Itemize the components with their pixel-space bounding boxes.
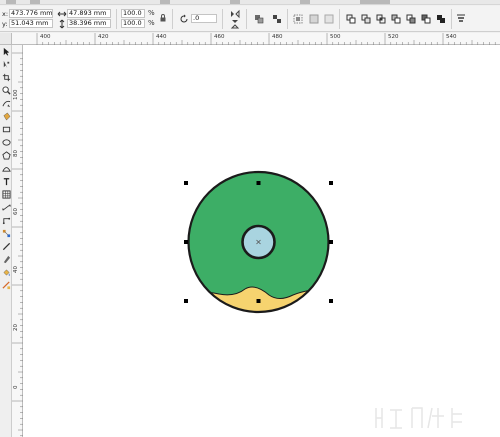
- text-tool-icon[interactable]: [1, 176, 11, 186]
- align-distribute-icon[interactable]: [456, 14, 466, 24]
- scale-x-field[interactable]: 100.0: [121, 9, 145, 18]
- intersect-icon[interactable]: [376, 14, 386, 24]
- trim-icon[interactable]: [361, 14, 371, 24]
- weld-icon[interactable]: [346, 14, 356, 24]
- ruler-label: 500: [330, 34, 341, 40]
- y-label: y:: [2, 20, 8, 28]
- ungroup-icon[interactable]: [293, 14, 303, 24]
- ruler-label: 40: [13, 266, 19, 273]
- toolbox: [0, 45, 12, 437]
- watermark-logo: [375, 407, 462, 429]
- interactive-fill-icon[interactable]: [1, 280, 11, 290]
- percent-label-x: %: [148, 9, 155, 17]
- horizontal-ruler[interactable]: 400 420 440 460 480 500 520 540: [12, 33, 500, 45]
- ruler-label: 480: [272, 34, 283, 40]
- handle-middle-right[interactable]: [329, 240, 333, 244]
- pick-tool-icon[interactable]: [1, 46, 11, 56]
- smart-fill-icon[interactable]: [1, 111, 11, 121]
- fill-tool-icon[interactable]: [1, 267, 11, 277]
- ruler-label: 440: [156, 34, 167, 40]
- y-position-field[interactable]: 51.043 mm: [9, 19, 53, 28]
- ruler-label: 400: [40, 34, 51, 40]
- crop-tool-icon[interactable]: [1, 72, 11, 82]
- basic-shapes-icon[interactable]: [1, 163, 11, 173]
- freehand-tool-icon[interactable]: [1, 98, 11, 108]
- back-minus-front-icon[interactable]: [421, 14, 431, 24]
- separator: [451, 9, 452, 29]
- width-icon: [57, 9, 67, 19]
- landscape-circle-group[interactable]: [183, 170, 333, 335]
- rotation-field[interactable]: .0: [191, 14, 217, 23]
- ruler-label: 420: [98, 34, 109, 40]
- connector-tool-icon[interactable]: [1, 215, 11, 225]
- ruler-label: 20: [13, 324, 19, 331]
- mirror-horizontal-icon[interactable]: [230, 9, 240, 19]
- vertical-ruler[interactable]: 100 80 60 40 20 0: [12, 45, 23, 437]
- front-minus-back-icon[interactable]: [406, 14, 416, 24]
- ruler-label: 60: [13, 208, 19, 215]
- ruler-origin[interactable]: [0, 33, 12, 45]
- handle-top-left[interactable]: [184, 181, 188, 185]
- lock-ratio-icon[interactable]: [158, 13, 168, 23]
- group-icon[interactable]: [272, 14, 282, 24]
- width-field[interactable]: 47.893 mm: [67, 9, 111, 18]
- handle-bottom-right[interactable]: [329, 299, 333, 303]
- ungroup-all-icon[interactable]: [309, 14, 319, 24]
- separator: [287, 9, 288, 29]
- zoom-tool-icon[interactable]: [1, 85, 11, 95]
- mirror-vertical-icon[interactable]: [230, 19, 240, 29]
- blend-tool-icon[interactable]: [1, 228, 11, 238]
- rectangle-tool-icon[interactable]: [1, 124, 11, 134]
- percent-label-y: %: [148, 19, 155, 27]
- table-tool-icon[interactable]: [1, 189, 11, 199]
- combine-icon[interactable]: [254, 14, 264, 24]
- ruler-label: 100: [13, 89, 19, 101]
- height-icon: [57, 19, 67, 29]
- dimension-tool-icon[interactable]: [1, 202, 11, 212]
- outline-pen-icon[interactable]: [1, 254, 11, 264]
- scale-y-field[interactable]: 100.0: [121, 19, 145, 28]
- handle-middle-left[interactable]: [184, 240, 188, 244]
- coreldraw-window: x: y: 473.776 mm 51.043 mm 47.893 mm 38.…: [0, 0, 500, 437]
- boundary-icon[interactable]: [436, 14, 446, 24]
- separator: [172, 9, 173, 29]
- property-bar: x: y: 473.776 mm 51.043 mm 47.893 mm 38.…: [0, 6, 500, 32]
- ellipse-tool-icon[interactable]: [1, 137, 11, 147]
- handle-top-right[interactable]: [329, 181, 333, 185]
- ruler-label: 0: [13, 385, 19, 390]
- break-apart-icon[interactable]: [324, 14, 334, 24]
- separator: [222, 9, 223, 29]
- separator: [339, 9, 340, 29]
- x-position-field[interactable]: 473.776 mm: [9, 9, 53, 18]
- handle-bottom-left[interactable]: [184, 299, 188, 303]
- separator: [116, 9, 117, 29]
- standard-toolbar-edge: [0, 0, 500, 5]
- simplify-icon[interactable]: [391, 14, 401, 24]
- x-label: x:: [2, 10, 9, 18]
- ruler-label: 520: [388, 34, 399, 40]
- eyedropper-icon[interactable]: [1, 241, 11, 251]
- handle-bottom-center[interactable]: [256, 299, 261, 303]
- ruler-label: 460: [214, 34, 225, 40]
- polygon-tool-icon[interactable]: [1, 150, 11, 160]
- handle-top-center[interactable]: [256, 181, 261, 185]
- height-field[interactable]: 38.396 mm: [67, 19, 111, 28]
- drawing-canvas[interactable]: [23, 45, 500, 437]
- ruler-label: 80: [13, 150, 19, 157]
- separator: [246, 9, 247, 29]
- shape-tool-icon[interactable]: [1, 59, 11, 69]
- ruler-label: 540: [446, 34, 457, 40]
- rotation-icon: [179, 14, 189, 24]
